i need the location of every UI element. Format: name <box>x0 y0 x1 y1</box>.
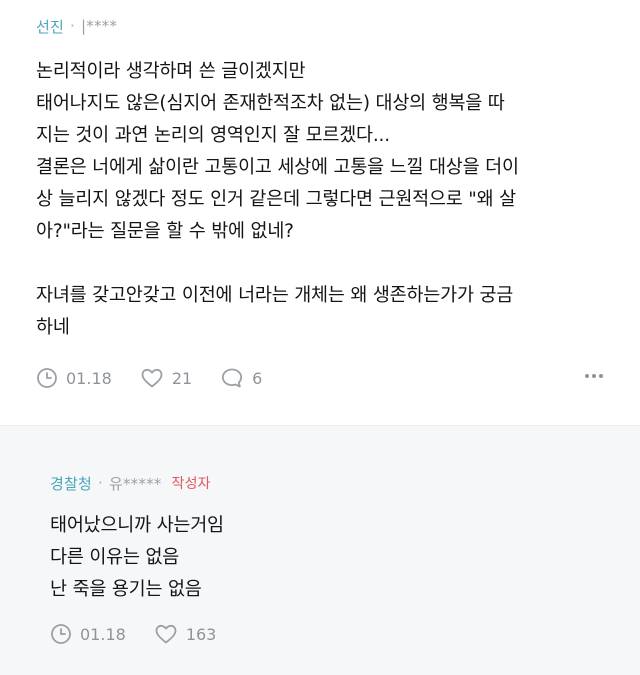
reply-count: 6 <box>252 368 263 388</box>
comment-header: 경찰청 · 유***** 작성자 <box>50 471 211 495</box>
clock-icon <box>37 368 57 388</box>
heart-icon <box>155 624 177 644</box>
comment-line: 상 늘리지 않겠다 정도 인거 같은데 그렇다면 근원적으로 "왜 살 <box>36 189 516 210</box>
author-name[interactable]: 경찰청 <box>50 473 92 494</box>
comment-line: 논리적이라 생각하며 쓴 글이겠지만 <box>36 61 306 82</box>
reply-button[interactable]: 6 <box>220 367 262 389</box>
main-comment: 선진 · |**** 논리적이라 생각하며 쓴 글이겠지만 태어나지도 않은(심… <box>0 0 640 425</box>
like-count: 163 <box>185 624 217 644</box>
comment-body: 논리적이라 생각하며 쓴 글이겠지만 태어나지도 않은(심지어 존재한적조차 없… <box>36 56 618 344</box>
comment-header: 선진 · |**** <box>36 14 618 38</box>
date-stat: 01.18 <box>36 367 112 389</box>
heart-icon <box>141 368 163 388</box>
comment-line: 결론은 너에게 삶이란 고통이고 세상에 고통을 느낄 대상을 더이 <box>36 157 519 178</box>
date-stat: 01.18 <box>50 623 126 645</box>
comment-line: 아?"라는 질문을 할 수 밖에 없네? <box>36 221 294 242</box>
separator-dot: · <box>70 17 75 35</box>
comment-date: 01.18 <box>80 624 126 644</box>
comment-line: 다른 이유는 없음 <box>50 547 180 568</box>
comment-body: 태어났으니까 사는거임 다른 이유는 없음 난 죽을 용기는 없음 <box>50 510 224 606</box>
user-id: 유***** <box>108 474 162 493</box>
comment-line: 하네 <box>36 317 70 338</box>
like-count: 21 <box>171 368 193 388</box>
more-options-icon <box>585 374 603 378</box>
comment-stats: 01.18 163 <box>50 620 244 648</box>
author-name[interactable]: 선진 <box>36 16 64 37</box>
user-id: |**** <box>80 17 118 35</box>
separator-dot: · <box>98 474 103 492</box>
speech-bubble-icon <box>222 368 243 388</box>
more-options-button[interactable] <box>584 372 604 380</box>
comment-date: 01.18 <box>66 368 112 388</box>
like-button[interactable]: 163 <box>154 623 217 645</box>
comment-line: 태어나지도 않은(심지어 존재한적조차 없는) 대상의 행복을 따 <box>36 93 505 114</box>
writer-badge: 작성자 <box>171 476 211 492</box>
comment-line: 자녀를 갖고안갖고 이전에 너라는 개체는 왜 생존하는가가 궁금 <box>36 285 514 306</box>
clock-icon <box>51 624 71 644</box>
like-button[interactable]: 21 <box>140 367 192 389</box>
reply-comment: 경찰청 · 유***** 작성자 태어났으니까 사는거임 다른 이유는 없음 난… <box>0 425 640 675</box>
comment-stats: 01.18 21 6 <box>36 364 290 392</box>
comment-line: 난 죽을 용기는 없음 <box>50 579 202 600</box>
comment-line: 태어났으니까 사는거임 <box>50 515 224 536</box>
comment-line: 지는 것이 과연 논리의 영역인지 잘 모르겠다... <box>36 125 390 146</box>
